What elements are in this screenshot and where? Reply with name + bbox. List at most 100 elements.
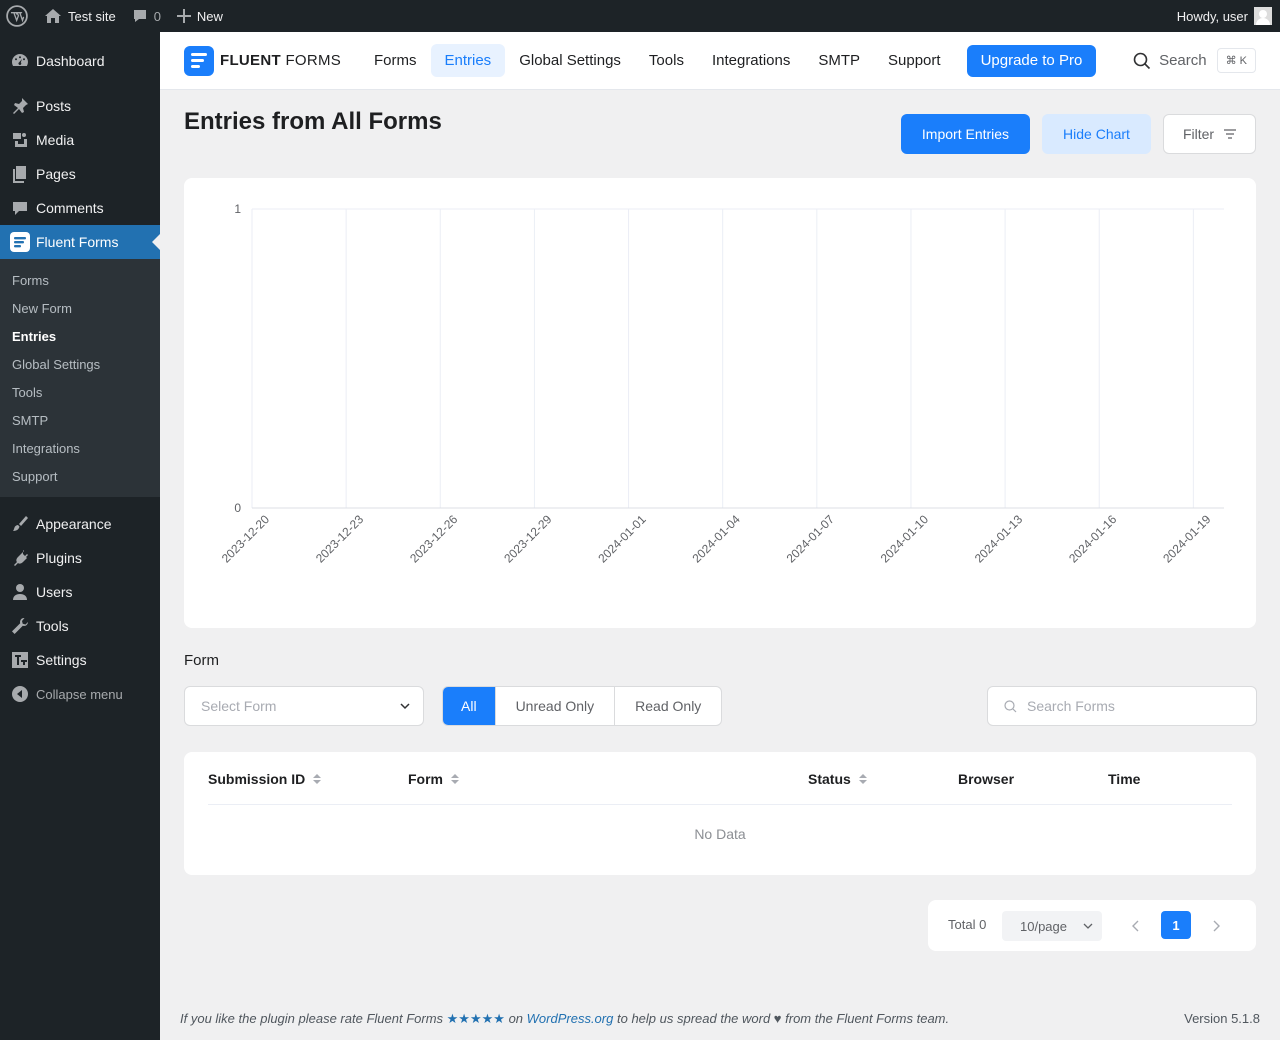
admin-bar: Test site 0 New Howdy, user bbox=[0, 0, 1280, 32]
sidebar-item-media[interactable]: Media bbox=[0, 123, 160, 157]
sidebar-item-label: Users bbox=[36, 584, 73, 600]
rating-stars-link[interactable]: ★★★★★ bbox=[447, 1011, 505, 1026]
prev-page-button[interactable] bbox=[1126, 916, 1146, 936]
column-submission-id[interactable]: Submission ID bbox=[208, 770, 322, 788]
howdy-text: Howdy, user bbox=[1176, 8, 1248, 24]
upgrade-to-pro-button[interactable]: Upgrade to Pro bbox=[966, 44, 1097, 77]
sidebar-item-label: Posts bbox=[36, 98, 72, 114]
filter-read-only[interactable]: Read Only bbox=[614, 687, 721, 725]
submenu-item-global-settings[interactable]: Global Settings bbox=[0, 350, 160, 378]
footer-text: on bbox=[508, 1011, 524, 1026]
nav-smtp[interactable]: SMTP bbox=[804, 44, 874, 77]
submenu-item-support[interactable]: Support bbox=[0, 462, 160, 490]
settings-icon bbox=[10, 650, 30, 670]
nav-support[interactable]: Support bbox=[874, 44, 955, 77]
sidebar-item-tools[interactable]: Tools bbox=[0, 609, 160, 643]
fluent-forms-logo[interactable]: FLUENT FORMS bbox=[184, 45, 344, 76]
sidebar-item-posts[interactable]: Posts bbox=[0, 89, 160, 123]
sidebar-item-dashboard[interactable]: Dashboard bbox=[0, 44, 160, 78]
nav-entries[interactable]: Entries bbox=[430, 44, 506, 77]
fluent-forms-header: FLUENT FORMS Forms Entries Global Settin… bbox=[160, 32, 1280, 90]
sidebar-item-label: Plugins bbox=[36, 550, 82, 566]
entries-chart-card: 0 1 2023-12-20 2023-12-23 2023-12-26 2023-12-… bbox=[184, 178, 1256, 628]
sidebar-item-label: Media bbox=[36, 132, 75, 148]
collapse-menu-button[interactable]: Collapse menu bbox=[0, 677, 160, 711]
chevron-right-icon bbox=[1213, 920, 1220, 932]
column-status[interactable]: Status bbox=[808, 770, 867, 788]
filter-all[interactable]: All bbox=[443, 687, 495, 725]
next-page-button[interactable] bbox=[1206, 916, 1226, 936]
shortcut-badge: ⌘ K bbox=[1216, 48, 1256, 73]
pagination-total: Total 0 bbox=[948, 917, 987, 932]
submenu-item-forms[interactable]: Forms bbox=[0, 266, 160, 294]
chart-x-tick-label: 2024-01-10 bbox=[878, 512, 932, 566]
chevron-down-icon bbox=[400, 703, 410, 710]
import-entries-button[interactable]: Import Entries bbox=[901, 114, 1030, 154]
chevron-down-icon bbox=[1083, 923, 1093, 929]
page-size-value: 10/page bbox=[1020, 918, 1067, 934]
chart-x-tick-label: 2023-12-20 bbox=[219, 512, 273, 566]
page-button-current[interactable]: 1 bbox=[1161, 911, 1191, 939]
sidebar-item-pages[interactable]: Pages bbox=[0, 157, 160, 191]
sidebar-item-users[interactable]: Users bbox=[0, 575, 160, 609]
site-name-link[interactable]: Test site bbox=[36, 0, 124, 32]
submenu-item-new-form[interactable]: New Form bbox=[0, 294, 160, 322]
hide-chart-button[interactable]: Hide Chart bbox=[1042, 114, 1151, 154]
avatar bbox=[1254, 7, 1272, 25]
search-forms-input[interactable]: Search Forms bbox=[987, 686, 1257, 726]
fluent-forms-logo-icon bbox=[184, 45, 214, 76]
chart-x-tick-label: 2024-01-01 bbox=[595, 512, 649, 566]
sidebar-item-label: Pages bbox=[36, 166, 76, 182]
form-filter-label: Form bbox=[184, 652, 219, 669]
plus-icon bbox=[176, 9, 191, 23]
user-icon bbox=[10, 582, 30, 602]
wordpress-logo-icon[interactable] bbox=[0, 0, 36, 32]
nav-integrations[interactable]: Integrations bbox=[698, 44, 804, 77]
fluent-forms-submenu: Forms New Form Entries Global Settings T… bbox=[0, 259, 160, 497]
submenu-item-entries[interactable]: Entries bbox=[0, 322, 160, 350]
comment-icon bbox=[133, 10, 146, 22]
sidebar-item-label: Settings bbox=[36, 652, 87, 668]
new-content-link[interactable]: New bbox=[169, 0, 231, 32]
search-forms-placeholder: Search Forms bbox=[1027, 698, 1115, 714]
chart-x-tick-label: 2024-01-19 bbox=[1160, 512, 1214, 566]
filter-unread-only[interactable]: Unread Only bbox=[494, 687, 615, 725]
nav-global-settings[interactable]: Global Settings bbox=[505, 44, 635, 77]
column-label: Status bbox=[808, 771, 851, 787]
wordpress-org-link[interactable]: WordPress.org bbox=[527, 1011, 614, 1026]
submenu-item-smtp[interactable]: SMTP bbox=[0, 406, 160, 434]
filter-icon bbox=[1224, 129, 1237, 139]
chart-y-tick-label: 0 bbox=[234, 501, 241, 515]
select-form-dropdown[interactable]: Select Form bbox=[184, 686, 424, 726]
column-browser: Browser bbox=[958, 771, 1015, 787]
sidebar-item-settings[interactable]: Settings bbox=[0, 643, 160, 677]
sidebar-item-fluent-forms[interactable]: Fluent Forms bbox=[0, 225, 160, 259]
sort-icon bbox=[858, 774, 867, 784]
sidebar-item-appearance[interactable]: Appearance bbox=[0, 507, 160, 541]
sort-icon bbox=[313, 774, 322, 784]
my-account[interactable]: Howdy, user bbox=[1177, 7, 1280, 25]
chart-x-tick-label: 2024-01-13 bbox=[972, 512, 1026, 566]
site-name: Test site bbox=[68, 8, 116, 24]
global-search-button[interactable]: Search ⌘ K bbox=[1133, 48, 1256, 73]
filter-button[interactable]: Filter bbox=[1163, 114, 1256, 154]
chart-x-tick-label: 2024-01-16 bbox=[1066, 512, 1120, 566]
sidebar-item-plugins[interactable]: Plugins bbox=[0, 541, 160, 575]
chart-x-tick-label: 2023-12-29 bbox=[501, 512, 555, 566]
column-label: Form bbox=[408, 771, 443, 787]
submenu-item-integrations[interactable]: Integrations bbox=[0, 434, 160, 462]
empty-state: No Data bbox=[694, 826, 746, 842]
fluent-forms-icon bbox=[10, 232, 30, 252]
submenu-item-tools[interactable]: Tools bbox=[0, 378, 160, 406]
nav-forms[interactable]: Forms bbox=[360, 44, 431, 77]
sort-icon bbox=[451, 774, 459, 784]
entries-chart: 0 1 2023-12-20 2023-12-23 2023-12-26 2023-12-… bbox=[219, 202, 1224, 566]
main-nav: Forms Entries Global Settings Tools Inte… bbox=[360, 44, 1097, 77]
comments-link[interactable]: 0 bbox=[124, 0, 169, 32]
nav-tools[interactable]: Tools bbox=[635, 44, 698, 77]
plug-icon bbox=[10, 548, 30, 568]
page-size-select[interactable]: 10/page bbox=[1002, 911, 1102, 941]
column-form[interactable]: Form bbox=[408, 770, 459, 788]
chart-x-tick-label: 2023-12-23 bbox=[313, 512, 367, 566]
sidebar-item-comments[interactable]: Comments bbox=[0, 191, 160, 225]
